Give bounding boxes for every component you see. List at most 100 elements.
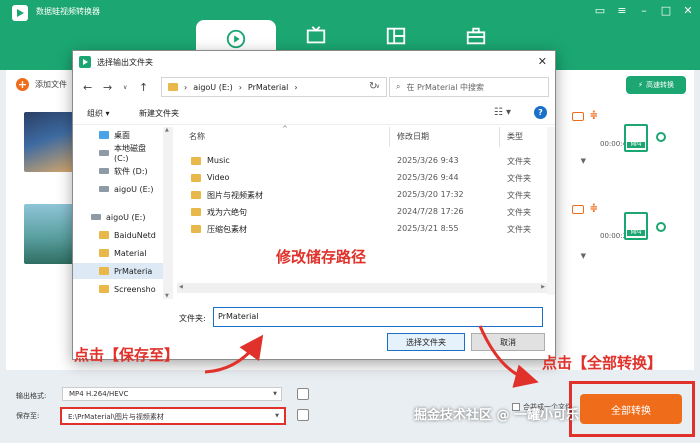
organize-menu[interactable]: 组织 ▾	[87, 108, 110, 119]
tab-toolbox[interactable]	[436, 20, 516, 52]
close-icon[interactable]: ✕	[682, 4, 694, 17]
layout-icon	[386, 27, 406, 45]
hw-accel-label: 高速转换	[645, 81, 674, 89]
gear-icon[interactable]	[656, 222, 666, 232]
tree-item-material[interactable]: Material	[73, 245, 163, 261]
add-file-button[interactable]: + 添加文件	[16, 78, 67, 91]
maximize-icon[interactable]: □	[660, 4, 672, 17]
cancel-button[interactable]: 取消	[471, 333, 545, 351]
search-input[interactable]: ⌕ 在 PrMaterial 中搜索	[389, 77, 549, 97]
tree-item-screenshots[interactable]: Screensho	[73, 281, 163, 297]
new-folder-button[interactable]: 新建文件夹	[139, 108, 179, 119]
minimize-icon[interactable]: –	[638, 4, 650, 17]
tree-scrollbar[interactable]	[163, 127, 173, 299]
drive-icon	[99, 168, 109, 174]
dialog-titlebar: 选择输出文件夹	[73, 51, 555, 73]
video-thumbnail-1[interactable]	[24, 112, 74, 172]
list-item[interactable]: 图片与视频素材 2025/3/20 17:32 文件夹	[177, 187, 547, 203]
add-file-label: 添加文件	[35, 80, 67, 89]
forward-icon[interactable]: →	[103, 81, 112, 94]
folder-icon	[99, 249, 109, 257]
navigation-tree: 桌面 本地磁盘 (C:) 软件 (D:) aigoU (E:) aigoU (E…	[73, 127, 163, 299]
open-folder-icon[interactable]	[297, 409, 309, 421]
column-name[interactable]: 名称	[189, 131, 205, 142]
breadcrumb-sep-icon: ›	[184, 82, 188, 92]
save-to-select[interactable]: E:\PrMaterial\图片与视频素材	[60, 407, 286, 425]
column-divider[interactable]	[499, 127, 500, 147]
equalizer-icon[interactable]: ≑	[590, 203, 598, 214]
view-options-icon[interactable]: ☷ ▾	[494, 107, 511, 118]
column-modified[interactable]: 修改日期	[397, 131, 429, 142]
list-horizontal-scrollbar[interactable]	[177, 283, 547, 293]
window-controls: ▭ ≡ – □ ✕	[594, 4, 694, 17]
folder-icon	[191, 174, 201, 182]
equalizer-icon[interactable]: ≑	[590, 110, 598, 121]
settings-tag-icon[interactable]	[572, 112, 584, 121]
add-icon: +	[16, 78, 29, 91]
list-item[interactable]: 压缩包素材 2025/3/21 8:55 文件夹	[177, 221, 547, 237]
list-vertical-scrollbar[interactable]	[547, 127, 555, 295]
chat-icon[interactable]: ▭	[594, 4, 606, 17]
gear-icon[interactable]	[656, 132, 666, 142]
breadcrumb-drive[interactable]: aigoU (E:)	[193, 83, 233, 92]
chevron-down-icon[interactable]: ∨	[123, 84, 127, 91]
tree-item-prmaterial[interactable]: PrMateria	[73, 263, 163, 279]
annotation-modify-path: 修改储存路径	[276, 248, 367, 266]
address-bar[interactable]: › aigoU (E:) › PrMaterial › ∨	[161, 77, 387, 97]
refresh-icon[interactable]: ↻	[369, 81, 377, 92]
navigation-bar: ← → ∨ ↑ › aigoU (E:) › PrMaterial › ∨ ↻ …	[73, 77, 555, 99]
folder-icon	[168, 83, 178, 91]
convert-icon	[226, 29, 246, 49]
tree-item-drive-e-expanded[interactable]: aigoU (E:)	[73, 209, 163, 225]
format-settings-icon[interactable]	[297, 388, 309, 400]
close-icon[interactable]: ✕	[538, 55, 547, 68]
drive-icon	[99, 150, 109, 156]
folder-icon	[99, 267, 109, 275]
folder-name-input[interactable]: PrMaterial	[213, 307, 543, 327]
tv-icon	[306, 26, 326, 44]
file-list: ^ 名称 修改日期 类型 Music 2025/3/26 9:43 文件夹 Vi…	[177, 125, 547, 295]
output-format-select[interactable]: MP4 H.264/HEVC	[62, 387, 282, 401]
list-item[interactable]: Video 2025/3/26 9:44 文件夹	[177, 170, 547, 186]
up-icon[interactable]: ↑	[139, 81, 148, 94]
back-icon[interactable]: ←	[83, 81, 92, 94]
chevron-down-icon[interactable]: ▼	[581, 157, 586, 165]
video-thumbnail-2[interactable]	[24, 204, 74, 264]
settings-tag-icon[interactable]	[572, 205, 584, 214]
menu-icon[interactable]: ≡	[616, 4, 628, 17]
dialog-toolbar: 组织 ▾ 新建文件夹 ☷ ▾ ?	[73, 103, 555, 125]
folder-field-label: 文件夹:	[179, 314, 206, 323]
watermark: 掘金技术社区 @ 一罐小可乐	[414, 408, 580, 423]
breadcrumb-folder[interactable]: PrMaterial	[248, 83, 288, 92]
search-placeholder: 在 PrMaterial 中搜索	[406, 82, 485, 92]
app-title: 数据蛙视频转换器	[36, 7, 100, 16]
list-item[interactable]: 戏为六绝句 2024/7/28 17:26 文件夹	[177, 204, 547, 220]
folder-icon	[191, 225, 201, 233]
folder-icon	[191, 191, 201, 199]
app-icon	[79, 56, 91, 68]
hw-accel-button[interactable]: ⚡ 高速转换	[626, 76, 686, 94]
column-type[interactable]: 类型	[507, 131, 523, 142]
tab-layout[interactable]	[356, 20, 436, 52]
tree-item-drive-d[interactable]: 软件 (D:)	[73, 163, 163, 179]
search-icon: ⌕	[396, 82, 401, 91]
column-divider[interactable]	[389, 127, 390, 147]
tree-item-drive-c[interactable]: 本地磁盘 (C:)	[73, 144, 163, 163]
tab-media[interactable]	[276, 20, 356, 52]
chevron-down-icon[interactable]: ▼	[581, 252, 586, 260]
tree-item-desktop[interactable]: 桌面	[73, 127, 163, 143]
annotation-click-convert-all: 点击【全部转换】	[542, 354, 663, 372]
tree-item-drive-e[interactable]: aigoU (E:)	[73, 181, 163, 197]
mp4-format-icon[interactable]	[624, 124, 648, 152]
mp4-format-icon[interactable]	[624, 212, 648, 240]
list-item[interactable]: Music 2025/3/26 9:43 文件夹	[177, 153, 547, 169]
convert-all-button[interactable]: 全部转换	[580, 394, 682, 424]
tree-item-baidunetdisk[interactable]: BaiduNetd	[73, 227, 163, 243]
breadcrumb-sep-icon: ›	[238, 82, 242, 92]
toolbox-icon	[466, 27, 486, 45]
bolt-icon: ⚡	[638, 81, 643, 89]
select-folder-button[interactable]: 选择文件夹	[387, 333, 465, 351]
output-format-label: 输出格式:	[16, 392, 47, 400]
help-icon[interactable]: ?	[534, 106, 547, 119]
breadcrumb-sep-icon: ›	[294, 82, 298, 92]
